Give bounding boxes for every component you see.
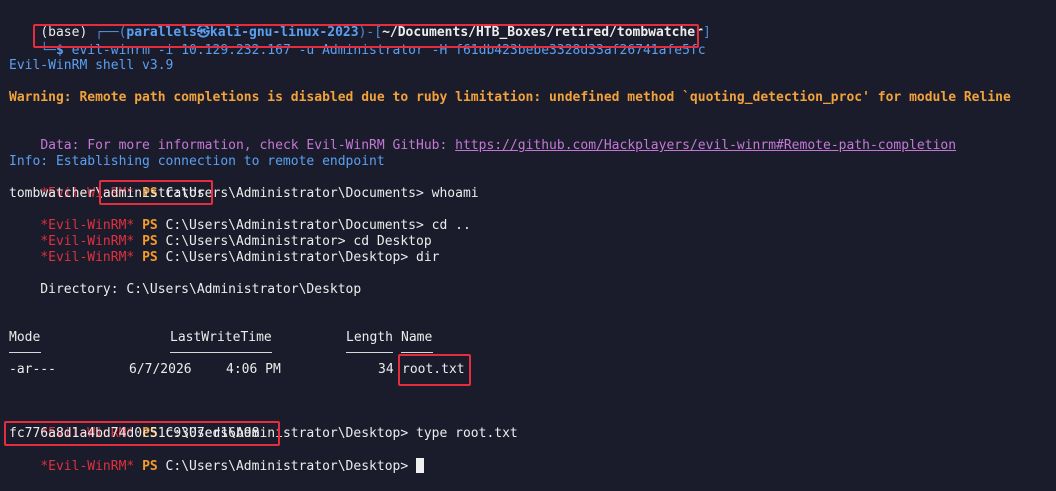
- row-length: 34: [378, 362, 394, 377]
- root-txt-highlight-box: [398, 354, 471, 386]
- terminal-window[interactable]: (base) ┌──(parallels㉿kali-gnu-linux-2023…: [0, 0, 1056, 483]
- header-mode: Mode: [9, 330, 41, 345]
- shell-prompt-header: (base) ┌──(parallels㉿kali-gnu-linux-2023…: [9, 9, 710, 40]
- text-cursor: [416, 458, 424, 473]
- data-prefix: Data: For more information, check Evil-W…: [40, 138, 456, 153]
- lastwritetime-underline: [170, 352, 272, 353]
- ps-line-whoami: *Evil-WinRM* PS C:\Users\Administrator\D…: [9, 170, 478, 201]
- length-underline: [346, 352, 393, 353]
- ps-line-dir: *Evil-WinRM* PS C:\Users\Administrator\D…: [9, 234, 439, 265]
- directory-heading: Directory: C:\Users\Administrator\Deskto…: [9, 282, 362, 297]
- ps-line-cd-desktop: *Evil-WinRM* PS C:\Users\Administrator> …: [9, 218, 431, 249]
- ps-line-current[interactable]: *Evil-WinRM* PS C:\Users\Administrator\D…: [9, 442, 424, 474]
- banner-text: Evil-WinRM shell v3.9: [9, 58, 174, 73]
- ps-line-cd-up: *Evil-WinRM* PS C:\Users\Administrator\D…: [9, 202, 470, 233]
- name-underline: [401, 352, 433, 353]
- command-text: C:\Users\Administrator\Desktop> dir: [157, 250, 440, 265]
- header-name: Name: [401, 330, 433, 345]
- mode-underline: [9, 352, 41, 353]
- header-lastwritetime: LastWriteTime: [170, 330, 272, 345]
- command-text: C:\Users\Administrator\Desktop>: [157, 459, 416, 474]
- row-mode: -ar---: [9, 362, 56, 377]
- command-highlight-box: [33, 24, 699, 48]
- winrm-tag: *Evil-WinRM*: [40, 459, 135, 474]
- data-line: Data: For more information, check Evil-W…: [9, 122, 956, 153]
- ps-label: PS: [142, 459, 158, 474]
- warning-text: Warning: Remote path completions is disa…: [9, 90, 1011, 105]
- github-link[interactable]: https://github.com/Hackplayers/evil-winr…: [455, 138, 956, 153]
- winrm-tag: *Evil-WinRM*: [40, 250, 135, 265]
- ps-label: PS: [142, 250, 158, 265]
- header-length: Length: [346, 330, 393, 345]
- row-time: 4:06 PM: [226, 362, 281, 377]
- row-date: 6/7/2026: [129, 362, 192, 377]
- info-text: Info: Establishing connection to remote …: [9, 154, 385, 169]
